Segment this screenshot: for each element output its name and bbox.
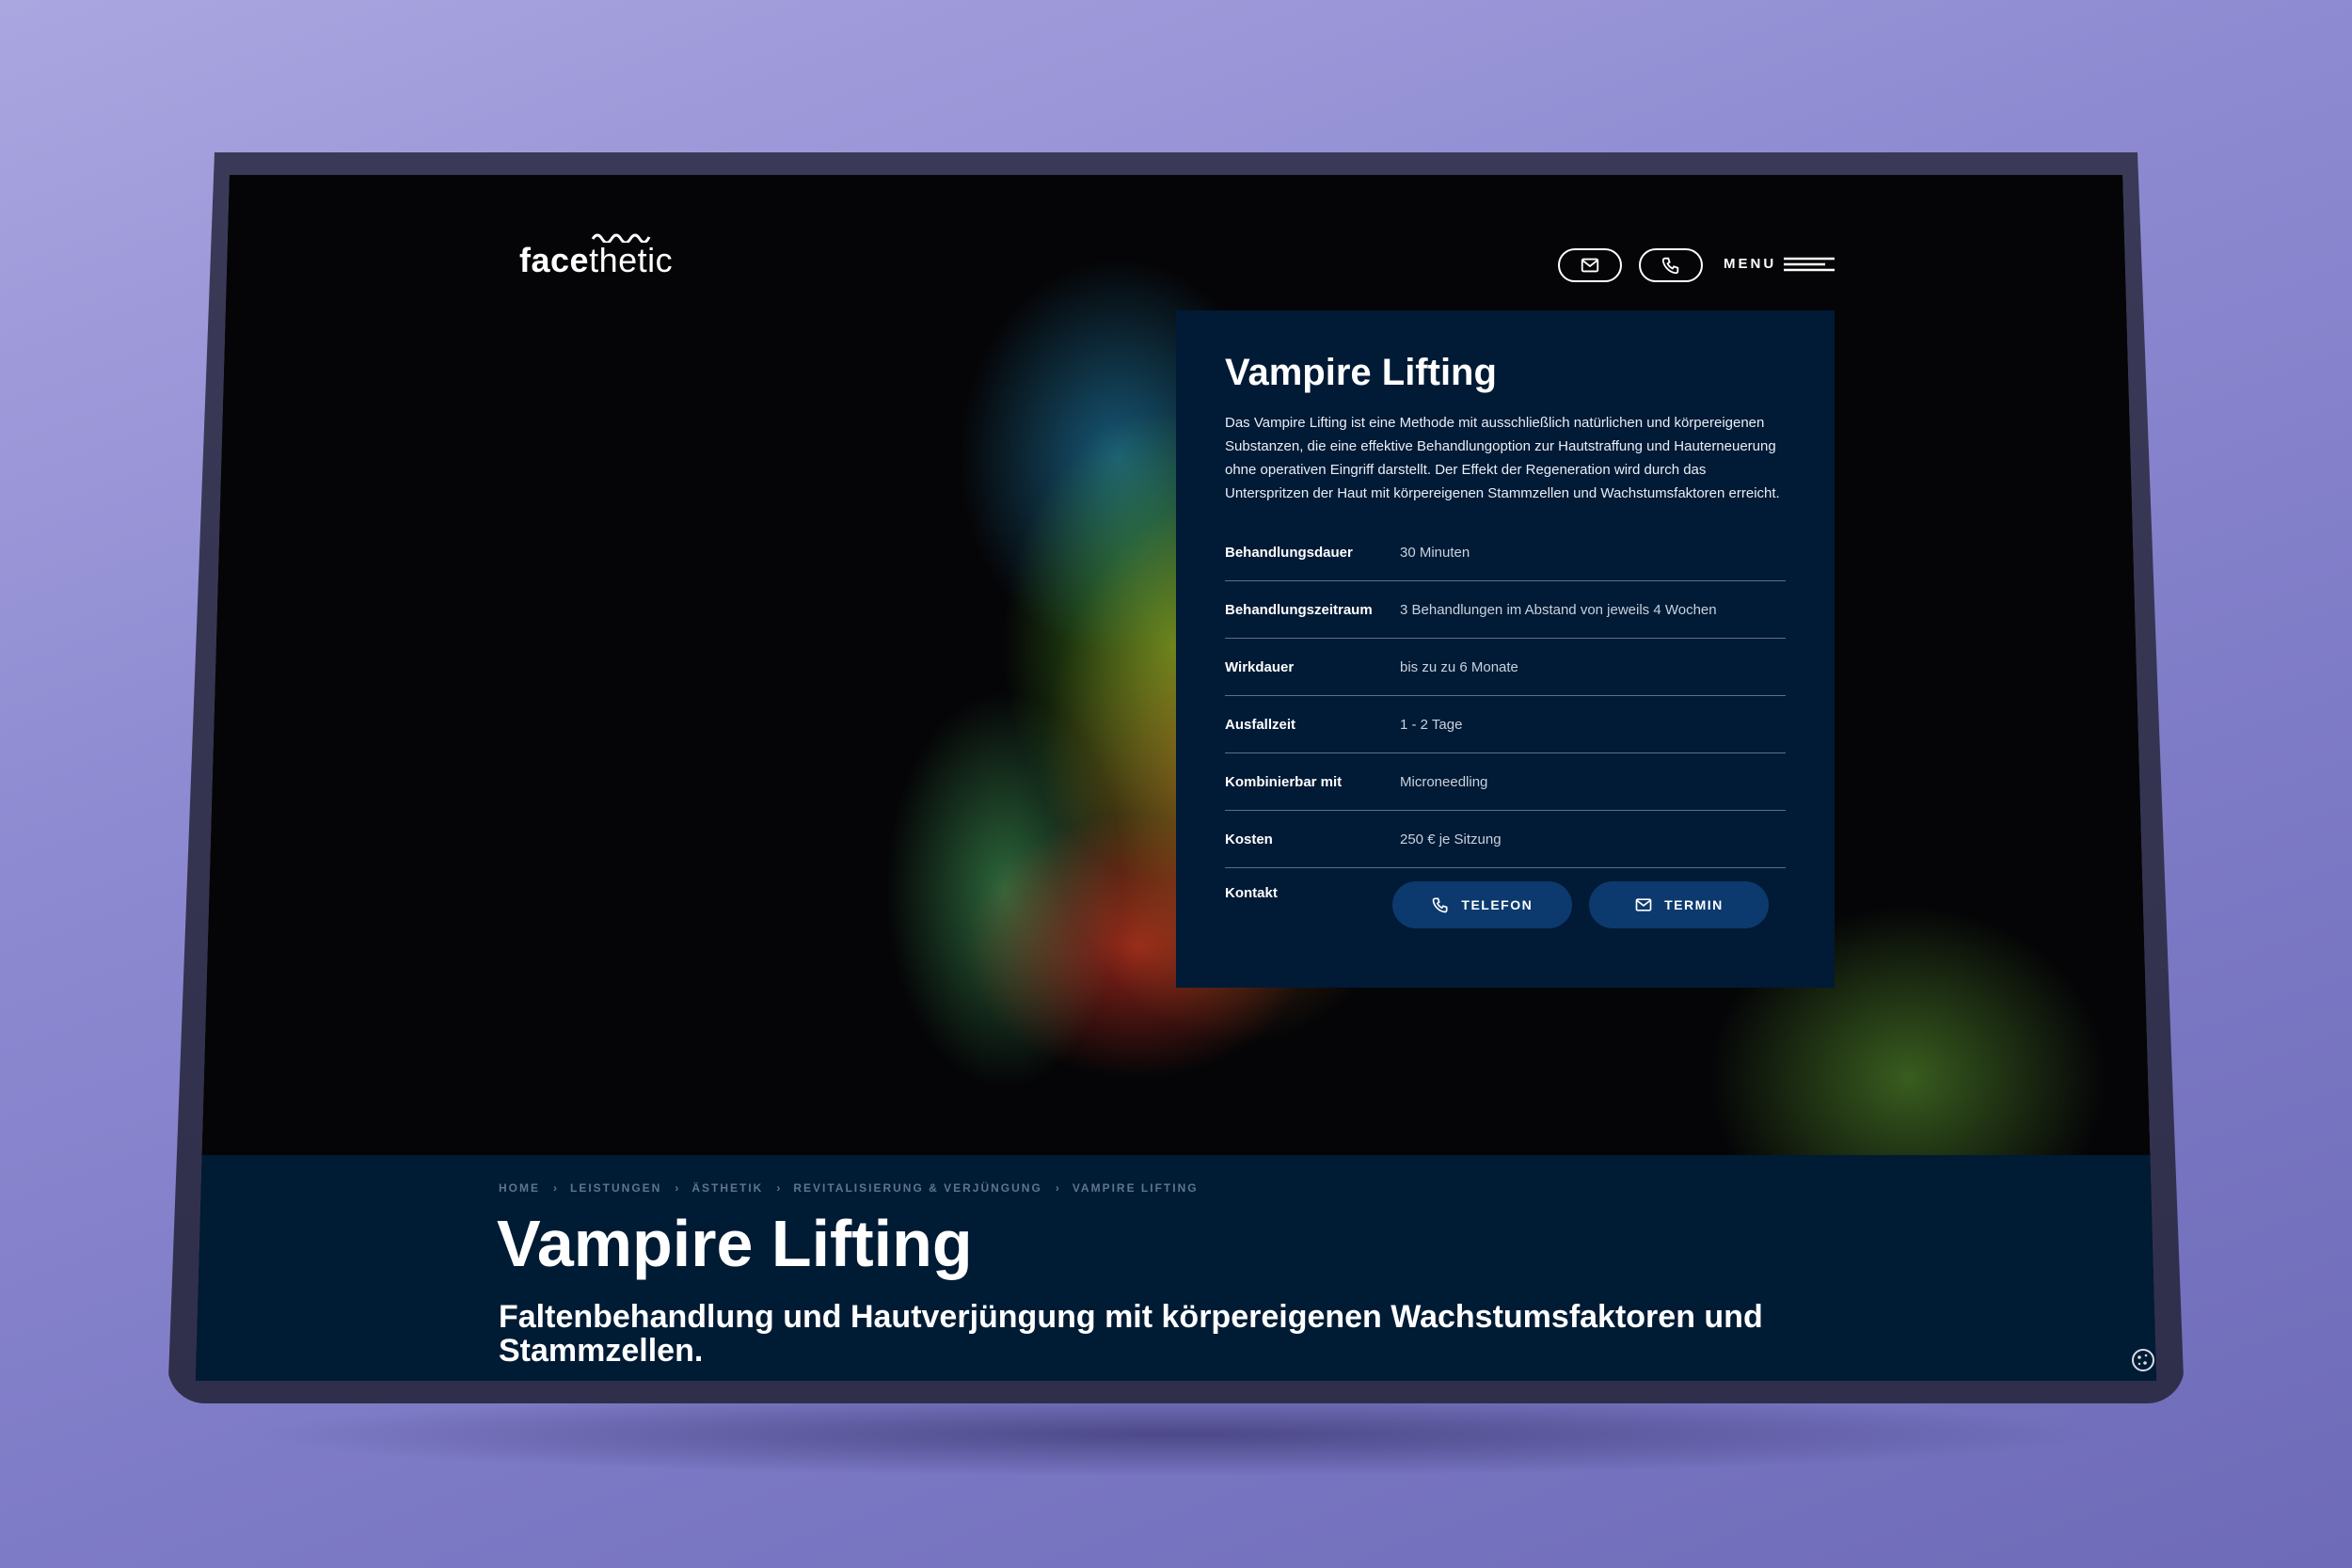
card-title: Vampire Lifting [1225, 352, 1497, 393]
info-row-costs: Kosten 250 € je Sitzung [1225, 811, 1786, 868]
row-value: bis zu zu 6 Monate [1400, 658, 1518, 675]
breadcrumb-leistungen[interactable]: LEISTUNGEN [570, 1181, 661, 1195]
row-label: Kombinierbar mit [1225, 773, 1343, 790]
row-label: Kontakt [1225, 885, 1278, 901]
row-value: 1 - 2 Tage [1400, 716, 1463, 733]
mail-button[interactable] [1558, 248, 1622, 282]
phone-icon [1661, 257, 1679, 275]
telefon-button[interactable]: TELEFON [1391, 881, 1572, 928]
info-row-effect-duration: Wirkdauer bis zu zu 6 Monate [1225, 639, 1786, 696]
browser-screen: facethetic MENU Vampire Lifting Das Vamp… [196, 175, 2156, 1381]
breadcrumb-aesthetik[interactable]: ÄSTHETIK [691, 1181, 763, 1195]
info-row-combinable: Kombinierbar mit Microneedling [1225, 753, 1786, 811]
row-value: Microneedling [1400, 773, 1488, 790]
treatment-card: Vampire Lifting Das Vampire Lifting ist … [1176, 310, 1835, 988]
mail-icon [1635, 898, 1652, 911]
row-value: 250 € je Sitzung [1400, 831, 1502, 847]
page-subtitle: Faltenbehandlung und Hautverjüngung mit … [499, 1299, 1763, 1369]
row-value: 30 Minuten [1400, 544, 1470, 561]
info-row-duration: Behandlungsdauer 30 Minuten [1225, 524, 1786, 581]
phone-button[interactable] [1639, 248, 1703, 282]
logo[interactable]: facethetic [519, 241, 673, 280]
breadcrumb-current: VAMPIRE LIFTING [1072, 1181, 1199, 1195]
info-row-downtime: Ausfallzeit 1 - 2 Tage [1225, 696, 1786, 753]
chevron-right-icon: › [553, 1181, 557, 1195]
phone-icon [1433, 897, 1448, 913]
row-value: 3 Behandlungen im Abstand von jeweils 4 … [1400, 601, 1717, 618]
hamburger-icon[interactable] [1784, 256, 1835, 273]
logo-light: thetic [589, 241, 674, 279]
row-label: Behandlungsdauer [1225, 544, 1353, 561]
breadcrumb-revitalisierung[interactable]: REVITALISIERUNG & VERJÜNGUNG [793, 1181, 1041, 1195]
row-label: Ausfallzeit [1225, 716, 1296, 733]
device-shadow [245, 1392, 2107, 1477]
logo-bold: face [519, 241, 590, 279]
row-label: Wirkdauer [1225, 658, 1295, 675]
row-label: Behandlungszeitraum [1225, 601, 1373, 618]
termin-button-label: TERMIN [1664, 897, 1724, 912]
chevron-right-icon: › [1055, 1181, 1059, 1195]
card-description: Das Vampire Lifting ist eine Methode mit… [1225, 415, 1780, 501]
info-row-contact: Kontakt TELEFON TERMIN [1225, 868, 1786, 943]
row-label: Kosten [1225, 831, 1273, 847]
chevron-right-icon: › [675, 1181, 679, 1195]
telefon-button-label: TELEFON [1461, 897, 1534, 912]
menu-label[interactable]: MENU [1724, 256, 1776, 272]
breadcrumb-home[interactable]: HOME [499, 1181, 540, 1195]
termin-button[interactable]: TERMIN [1588, 881, 1769, 928]
cookie-icon[interactable] [2130, 1347, 2156, 1373]
chevron-right-icon: › [776, 1181, 781, 1195]
mail-icon [1581, 258, 1599, 273]
page-title: Vampire Lifting [497, 1207, 973, 1280]
breadcrumb: HOME › LEISTUNGEN › ÄSTHETIK › REVITALIS… [499, 1181, 1199, 1195]
info-row-period: Behandlungszeitraum 3 Behandlungen im Ab… [1225, 581, 1786, 639]
